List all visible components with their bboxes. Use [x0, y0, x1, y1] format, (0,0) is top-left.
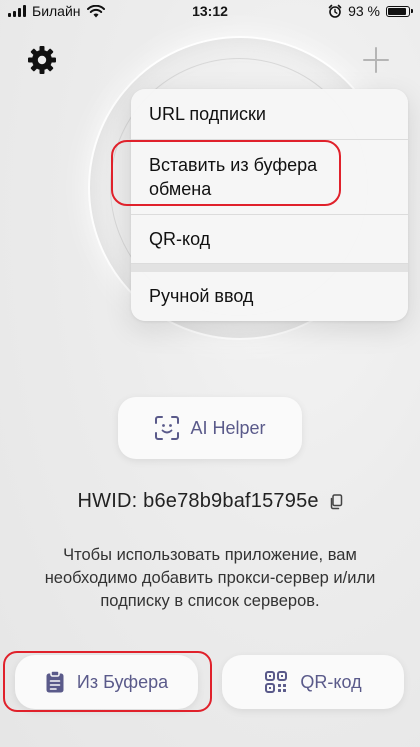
qr-code-icon [265, 671, 288, 693]
menu-item-subscription-url[interactable]: URL подписки [131, 89, 408, 140]
from-clipboard-button[interactable]: Из Буфера [15, 655, 198, 709]
copy-icon[interactable] [329, 493, 343, 510]
battery-percent: 93 % [348, 3, 380, 19]
clipboard-icon [46, 670, 64, 693]
add-server-menu: URL подписки Вставить из буфера обмена Q… [131, 89, 408, 321]
gear-icon[interactable] [26, 44, 58, 76]
ai-helper-label: AI Helper [190, 417, 266, 438]
alarm-icon [328, 4, 342, 18]
menu-item-label: Вставить из буфера обмена [149, 155, 318, 199]
info-text: Чтобы использовать приложение, вам необх… [44, 546, 376, 610]
status-bar: Билайн 13:12 93 % [0, 0, 420, 24]
menu-item-label: QR-код [149, 228, 211, 249]
ai-face-icon [155, 416, 180, 440]
menu-item-paste-clipboard[interactable]: Вставить из буфера обмена [131, 140, 408, 215]
battery-icon [386, 5, 413, 17]
plus-icon[interactable] [362, 46, 390, 74]
menu-item-label: URL подписки [149, 103, 266, 124]
status-right: 93 % [328, 3, 413, 19]
hwid-text: HWID: b6e78b9baf15795e [77, 490, 319, 512]
from-clipboard-label: Из Буфера [76, 671, 169, 692]
qr-code-label: QR-код [300, 671, 362, 692]
battery-fill [388, 7, 406, 15]
menu-item-manual-input[interactable]: Ручной ввод [131, 272, 408, 321]
menu-item-qr-code[interactable]: QR-код [131, 215, 408, 264]
menu-separator [131, 264, 408, 272]
ai-helper-button[interactable]: AI Helper [118, 397, 302, 459]
qr-code-button[interactable]: QR-код [222, 655, 404, 709]
menu-item-label: Ручной ввод [149, 286, 254, 306]
hwid-row: HWID: b6e78b9baf15795e [0, 490, 420, 513]
